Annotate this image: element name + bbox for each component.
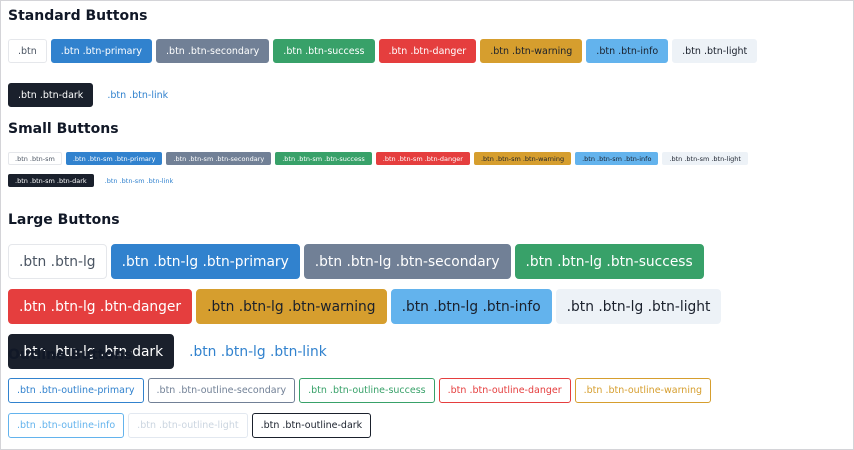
btn-sm-primary-button[interactable]: .btn .btn-sm .btn-primary [65, 152, 163, 165]
btn-lg-primary-button[interactable]: .btn .btn-lg .btn-primary [110, 244, 300, 279]
btn-lg-danger-button[interactable]: .btn .btn-lg .btn-danger [8, 289, 193, 324]
btn-success-button[interactable]: .btn .btn-success [273, 39, 375, 63]
btn-primary-button[interactable]: .btn .btn-primary [50, 39, 153, 63]
large-buttons-row: .btn .btn-lg .btn .btn-lg .btn-primary .… [8, 244, 850, 379]
btn-outline-danger-button[interactable]: .btn .btn-outline-danger [438, 378, 571, 403]
btn-lg-info-button[interactable]: .btn .btn-lg .btn-info [390, 289, 552, 324]
btn-sm-link-button[interactable]: .btn .btn-sm .btn-link [98, 174, 181, 187]
btn-sm-info-button[interactable]: .btn .btn-sm .btn-info [575, 152, 659, 165]
btn-sm-secondary-button[interactable]: .btn .btn-sm .btn-secondary [166, 152, 272, 165]
btn-warning-button[interactable]: .btn .btn-warning [480, 39, 583, 63]
btn-sm-default-button[interactable]: .btn .btn-sm [8, 152, 62, 165]
standard-buttons-heading: Standard Buttons [8, 8, 148, 24]
page: Standard Buttons .btn .btn .btn-primary … [1, 1, 853, 449]
btn-outline-success-button[interactable]: .btn .btn-outline-success [299, 378, 435, 403]
btn-lg-success-button[interactable]: .btn .btn-lg .btn-success [514, 244, 704, 279]
btn-sm-warning-button[interactable]: .btn .btn-sm .btn-warning [473, 152, 572, 165]
btn-lg-light-button[interactable]: .btn .btn-lg .btn-light [555, 289, 722, 324]
btn-outline-primary-button[interactable]: .btn .btn-outline-primary [8, 378, 144, 403]
small-buttons-row: .btn .btn-sm .btn .btn-sm .btn-primary .… [8, 152, 808, 196]
btn-lg-secondary-button[interactable]: .btn .btn-lg .btn-secondary [303, 244, 511, 279]
small-buttons-heading: Small Buttons [8, 121, 119, 137]
large-buttons-heading: Large Buttons [8, 212, 120, 228]
btn-outline-secondary-button[interactable]: .btn .btn-outline-secondary [147, 378, 296, 403]
btn-default-button[interactable]: .btn [8, 39, 47, 63]
outline-buttons-row: .btn .btn-outline-primary .btn .btn-outl… [8, 378, 808, 448]
btn-info-button[interactable]: .btn .btn-info [586, 39, 669, 63]
standard-buttons-row: .btn .btn .btn-primary .btn .btn-seconda… [8, 39, 838, 127]
btn-lg-default-button[interactable]: .btn .btn-lg [8, 244, 107, 279]
btn-light-button[interactable]: .btn .btn-light [672, 39, 758, 63]
btn-outline-info-button[interactable]: .btn .btn-outline-info [8, 413, 125, 438]
btn-link-button[interactable]: .btn .btn-link [97, 83, 178, 107]
btn-sm-success-button[interactable]: .btn .btn-sm .btn-success [275, 152, 372, 165]
btn-sm-light-button[interactable]: .btn .btn-sm .btn-light [662, 152, 748, 165]
btn-sm-dark-button[interactable]: .btn .btn-sm .btn-dark [8, 174, 94, 187]
btn-lg-warning-button[interactable]: .btn .btn-lg .btn-warning [196, 289, 387, 324]
btn-lg-link-button[interactable]: .btn .btn-lg .btn-link [178, 334, 338, 369]
btn-danger-button[interactable]: .btn .btn-danger [378, 39, 477, 63]
outline-buttons-heading: Outline Buttons [8, 347, 133, 363]
btn-outline-dark-button[interactable]: .btn .btn-outline-dark [251, 413, 372, 438]
btn-sm-danger-button[interactable]: .btn .btn-sm .btn-danger [375, 152, 470, 165]
btn-secondary-button[interactable]: .btn .btn-secondary [156, 39, 270, 63]
btn-outline-light-button[interactable]: .btn .btn-outline-light [128, 413, 248, 438]
btn-outline-warning-button[interactable]: .btn .btn-outline-warning [574, 378, 712, 403]
btn-dark-button[interactable]: .btn .btn-dark [8, 83, 94, 107]
